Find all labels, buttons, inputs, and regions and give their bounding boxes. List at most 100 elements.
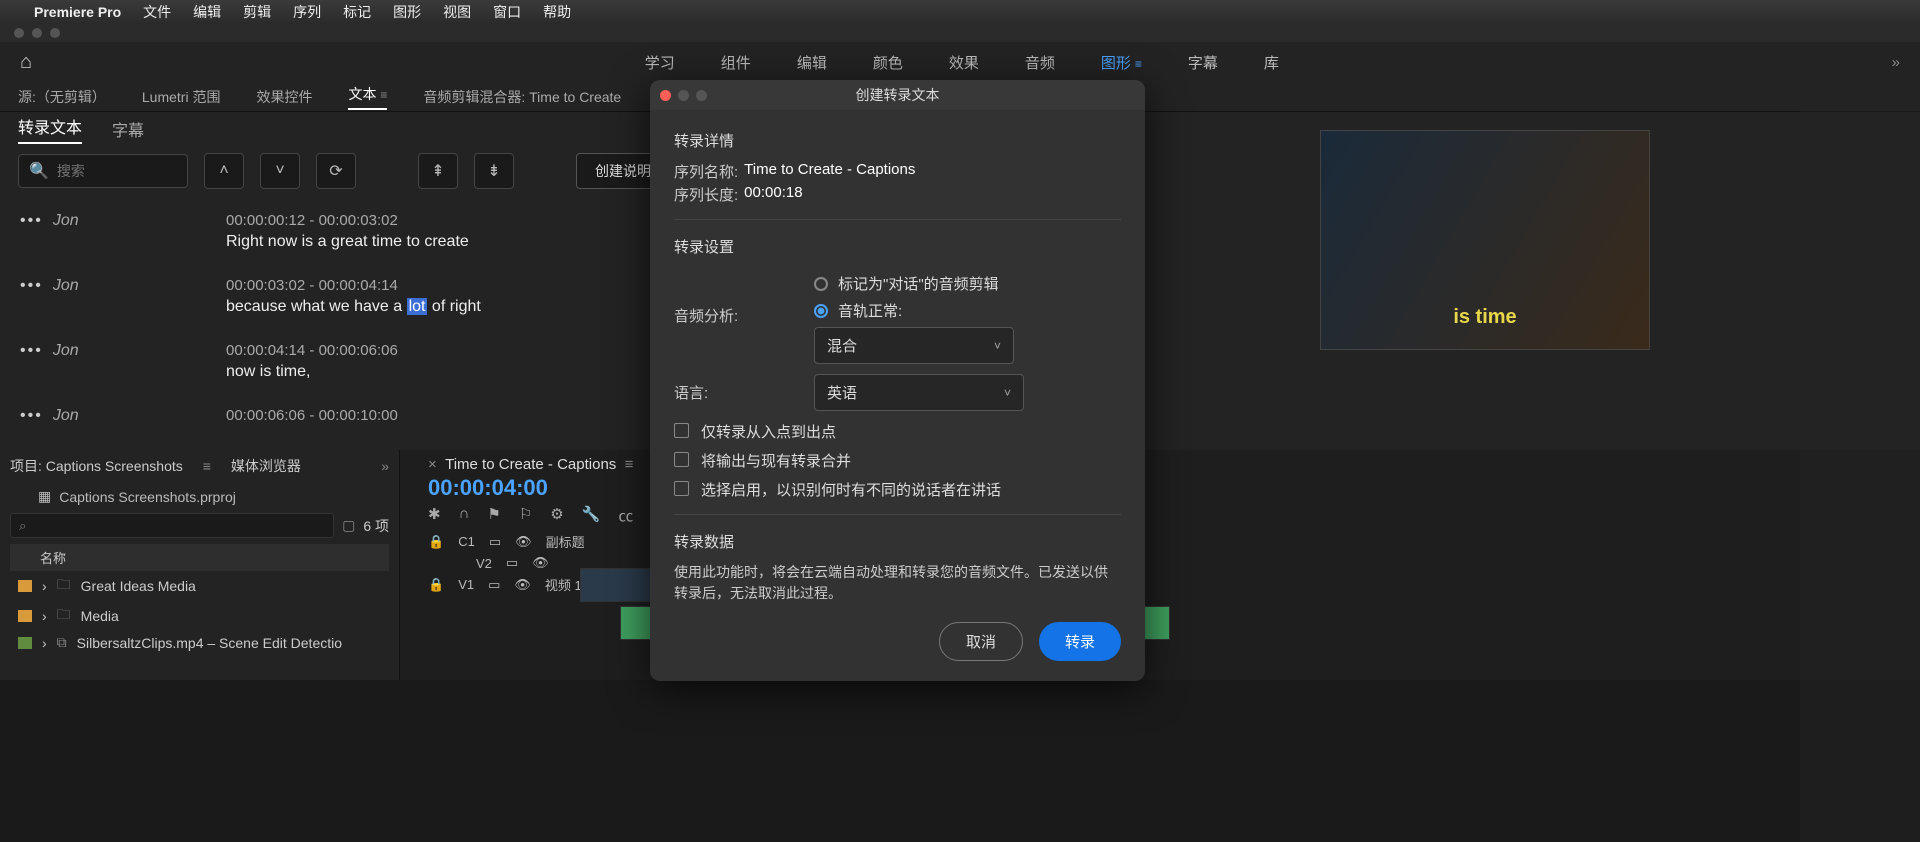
app-name[interactable]: Premiere Pro xyxy=(34,4,121,20)
track-v1[interactable]: V1 xyxy=(458,577,474,592)
settings-icon[interactable]: ⚙ xyxy=(550,505,563,526)
src-tab-source[interactable]: 源:（无剪辑） xyxy=(18,87,106,107)
ws-tab-libraries[interactable]: 库 xyxy=(1264,52,1279,73)
chevron-down-icon: ˅ xyxy=(994,339,1001,353)
speaker-name: Jon xyxy=(53,212,79,230)
subtitle-track-label: 副标题 xyxy=(546,532,585,551)
search-input[interactable] xyxy=(57,163,177,179)
linked-selection-icon[interactable]: ⚑ xyxy=(487,505,500,526)
track-v2[interactable]: V2 xyxy=(476,556,492,571)
timecode[interactable]: 00:00:04:00 xyxy=(410,475,1910,501)
eye-icon[interactable]: 👁 xyxy=(515,534,532,550)
project-tab[interactable]: 项目: Captions Screenshots xyxy=(10,456,183,476)
wrench-icon[interactable]: 🔧 xyxy=(582,505,601,526)
list-item[interactable]: ›⧉SilbersaltzClips.mp4 – Scene Edit Dete… xyxy=(10,631,389,654)
cc-icon[interactable]: ㏄ xyxy=(618,505,633,526)
checkbox-in-out-only[interactable] xyxy=(674,423,689,438)
overflow-icon[interactable]: » xyxy=(381,458,389,474)
toggle-icon[interactable]: ▭ xyxy=(506,555,518,571)
ws-tab-color[interactable]: 颜色 xyxy=(873,52,903,73)
magnet-icon[interactable]: ∩ xyxy=(459,505,470,526)
mix-select[interactable]: 混合˅ xyxy=(814,327,1014,364)
panel-menu-icon[interactable]: ≡ xyxy=(203,458,211,474)
media-browser-tab[interactable]: 媒体浏览器 xyxy=(231,456,301,476)
bin-icon xyxy=(18,580,32,592)
lock-icon[interactable]: 🔒 xyxy=(428,534,444,550)
menu-edit[interactable]: 编辑 xyxy=(193,2,221,22)
dialog-close-icon[interactable] xyxy=(660,90,671,101)
mac-menubar: Premiere Pro 文件 编辑 剪辑 序列 标记 图形 视图 窗口 帮助 xyxy=(0,0,1920,24)
ws-overflow-icon[interactable]: » xyxy=(1892,54,1900,71)
ws-tab-editing[interactable]: 编辑 xyxy=(797,52,827,73)
ws-tab-graphics[interactable]: 图形≡ xyxy=(1101,52,1142,73)
ws-tab-learn[interactable]: 学习 xyxy=(645,52,675,73)
eye-icon[interactable]: 👁 xyxy=(532,555,549,571)
project-panel: 项目: Captions Screenshots ≡ 媒体浏览器 » ▦Capt… xyxy=(0,450,400,680)
src-tab-effectcontrols[interactable]: 效果控件 xyxy=(256,87,312,107)
project-search-input[interactable] xyxy=(10,513,334,538)
move-down-button[interactable]: ⇟ xyxy=(474,153,514,189)
new-bin-icon[interactable]: ▢ xyxy=(342,517,355,534)
speaker-name: Jon xyxy=(53,277,79,295)
menu-window[interactable]: 窗口 xyxy=(493,2,521,22)
track-c1[interactable]: C1 xyxy=(458,534,475,549)
panel-menu-icon[interactable]: ≡ xyxy=(380,88,387,102)
toggle-icon[interactable]: ▭ xyxy=(488,577,500,593)
ws-tab-captions[interactable]: 字幕 xyxy=(1188,52,1218,73)
more-icon[interactable]: ••• xyxy=(20,277,43,295)
prev-button[interactable]: ˄ xyxy=(204,153,244,189)
search-box[interactable]: 🔍 xyxy=(18,154,188,188)
transcribe-button[interactable]: 转录 xyxy=(1039,622,1121,661)
src-tab-audiomixer[interactable]: 音频剪辑混合器: Time to Create xyxy=(423,87,621,107)
menu-clip[interactable]: 剪辑 xyxy=(243,2,271,22)
checkbox-merge-existing[interactable] xyxy=(674,452,689,467)
sequence-title[interactable]: Time to Create - Captions xyxy=(445,456,616,473)
ws-tab-effects[interactable]: 效果 xyxy=(949,52,979,73)
ws-tab-assembly[interactable]: 组件 xyxy=(721,52,751,73)
src-tab-lumetri[interactable]: Lumetri 范围 xyxy=(142,87,221,107)
dialog-titlebar[interactable]: 创建转录文本 xyxy=(650,80,1145,110)
window-max-icon[interactable] xyxy=(50,28,60,38)
menu-view[interactable]: 视图 xyxy=(443,2,471,22)
column-header-name[interactable]: 名称 xyxy=(10,544,389,571)
src-tab-text[interactable]: 文本 ≡ xyxy=(348,84,387,110)
hamburger-icon[interactable]: ≡ xyxy=(1135,57,1142,71)
window-close-icon[interactable] xyxy=(14,28,24,38)
radio-audio-track[interactable] xyxy=(814,304,828,318)
seq-name-label: 序列名称: xyxy=(674,161,738,182)
refresh-button[interactable]: ⟳ xyxy=(316,153,356,189)
list-item[interactable]: ›🗀Great Ideas Media xyxy=(10,571,389,601)
close-tab-icon[interactable]: × xyxy=(428,456,437,473)
marker-icon[interactable]: ⚐ xyxy=(519,505,532,526)
eye-icon[interactable]: 👁 xyxy=(514,577,531,593)
language-select[interactable]: 英语˅ xyxy=(814,374,1024,411)
more-icon[interactable]: ••• xyxy=(20,342,43,360)
ws-tab-audio[interactable]: 音频 xyxy=(1025,52,1055,73)
subtab-captions[interactable]: 字幕 xyxy=(112,117,144,141)
language-label: 语言: xyxy=(674,382,814,403)
lock-icon[interactable]: 🔒 xyxy=(428,577,444,593)
home-icon[interactable]: ⌂ xyxy=(20,51,32,74)
menu-help[interactable]: 帮助 xyxy=(543,2,571,22)
clip-icon xyxy=(18,637,32,649)
menu-file[interactable]: 文件 xyxy=(143,2,171,22)
menu-marker[interactable]: 标记 xyxy=(343,2,371,22)
cancel-button[interactable]: 取消 xyxy=(939,622,1023,661)
program-monitor[interactable]: is time xyxy=(1320,130,1650,350)
project-path: Captions Screenshots.prproj xyxy=(59,489,236,505)
toggle-icon[interactable]: ▭ xyxy=(489,534,501,550)
item-count: 6 项 xyxy=(363,516,389,536)
more-icon[interactable]: ••• xyxy=(20,212,43,230)
snap-icon[interactable]: ✱ xyxy=(428,505,441,526)
subtab-transcript[interactable]: 转录文本 xyxy=(18,114,82,144)
menu-graphics[interactable]: 图形 xyxy=(393,2,421,22)
checkbox-detect-speakers[interactable] xyxy=(674,481,689,496)
more-icon[interactable]: ••• xyxy=(20,407,43,425)
next-button[interactable]: ˅ xyxy=(260,153,300,189)
radio-dialogue-clips[interactable] xyxy=(814,277,828,291)
list-item[interactable]: ›🗀Media xyxy=(10,601,389,631)
window-min-icon[interactable] xyxy=(32,28,42,38)
panel-menu-icon[interactable]: ≡ xyxy=(625,456,634,473)
move-up-button[interactable]: ⇞ xyxy=(418,153,458,189)
menu-sequence[interactable]: 序列 xyxy=(293,2,321,22)
